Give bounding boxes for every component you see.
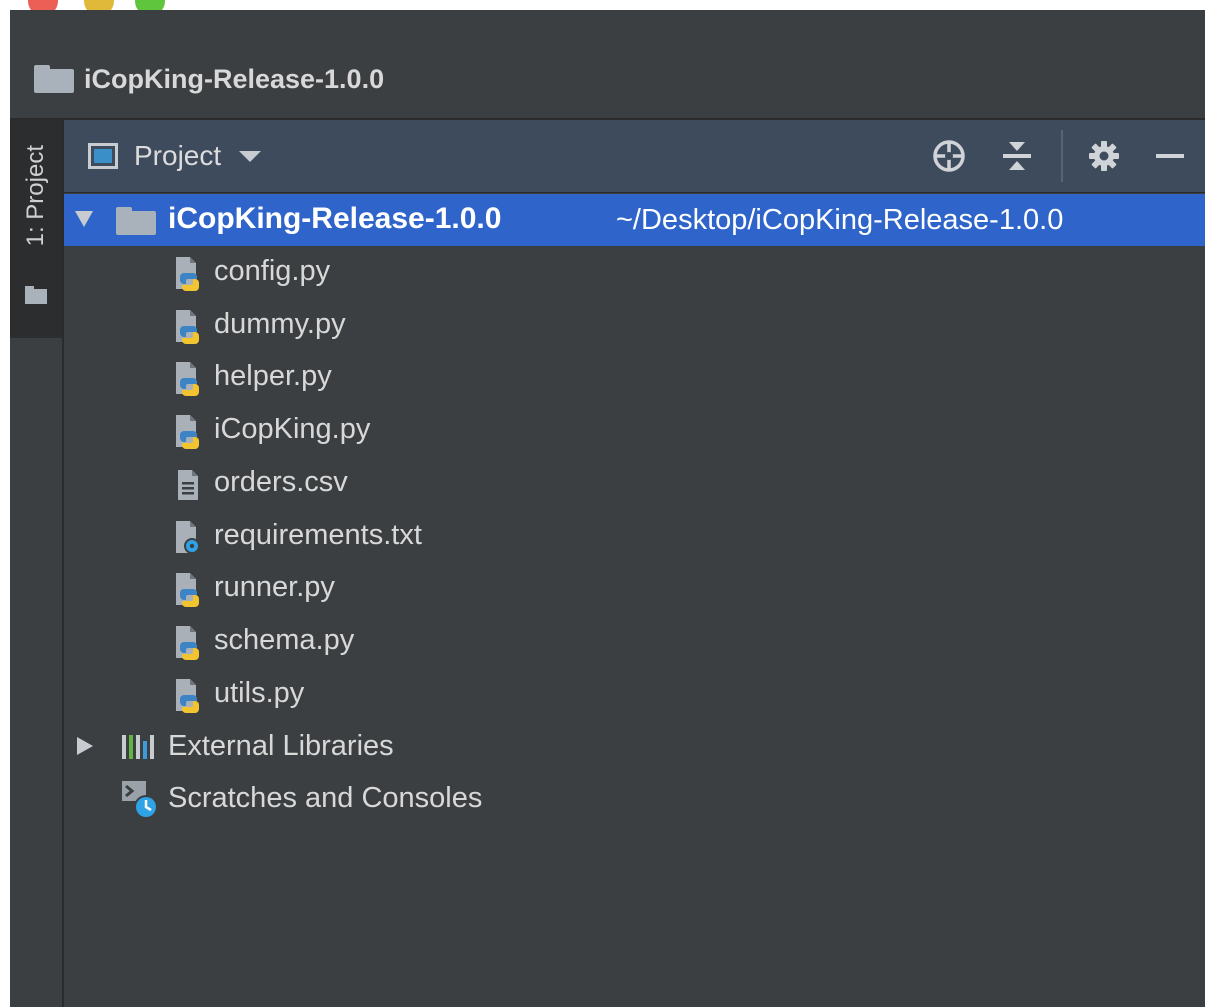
minimize-icon [1156, 154, 1184, 158]
collapse-all-icon [1003, 142, 1031, 170]
file-name: orders.csv [214, 465, 348, 498]
file-row[interactable]: runner.py [64, 562, 1205, 614]
external-libraries-row[interactable]: External Libraries [64, 721, 1205, 773]
library-icon [122, 735, 154, 759]
gear-icon [1089, 141, 1119, 171]
file-row[interactable]: dummy.py [64, 299, 1205, 351]
external-libraries-label: External Libraries [168, 730, 394, 762]
file-name: iCopKing.py [214, 413, 371, 446]
project-tool-tab-label: 1: Project [22, 145, 49, 247]
project-tool-tab[interactable]: 1: Project [10, 120, 62, 338]
chevron-right-icon[interactable] [77, 737, 93, 755]
python-file-icon [176, 678, 199, 713]
folder-icon [116, 207, 156, 235]
file-row[interactable]: requirements.txt [64, 510, 1205, 562]
ide-window: iCopKing-Release-1.0.0 1: Project Projec… [10, 10, 1205, 1007]
view-selector-dropdown[interactable]: Project [88, 138, 262, 174]
file-name: utils.py [214, 676, 305, 709]
config-file-icon [176, 520, 200, 554]
folder-icon [25, 286, 47, 304]
file-row[interactable]: iCopKing.py [64, 404, 1205, 456]
file-row[interactable]: orders.csv [64, 457, 1205, 509]
scratches-console-icon [122, 781, 158, 819]
chevron-down-icon [239, 150, 262, 162]
collapse-all-button[interactable] [999, 138, 1035, 174]
tree-root-row[interactable]: iCopKing-Release-1.0.0 ~/Desktop/iCopKin… [64, 194, 1205, 246]
file-row[interactable]: utils.py [64, 668, 1205, 720]
file-name: config.py [214, 255, 331, 287]
project-breadcrumb[interactable]: iCopKing-Release-1.0.0 [84, 64, 384, 95]
chevron-down-icon[interactable] [75, 211, 93, 227]
view-selector-label: Project [134, 140, 222, 171]
file-name: helper.py [214, 360, 332, 393]
file-row[interactable]: helper.py [64, 351, 1205, 403]
file-name: requirements.txt [214, 518, 422, 551]
settings-button[interactable] [1086, 138, 1122, 174]
left-tool-strip: 1: Project [10, 120, 64, 1007]
python-file-icon [176, 415, 199, 450]
project-tree[interactable]: iCopKing-Release-1.0.0 ~/Desktop/iCopKin… [64, 193, 1205, 1007]
python-file-icon [176, 257, 199, 291]
title-bar [10, 10, 1205, 42]
python-file-icon [176, 309, 199, 344]
scratches-row[interactable]: Scratches and Consoles [64, 773, 1205, 825]
folder-icon [34, 65, 74, 93]
python-file-icon [176, 362, 199, 397]
project-panel-header: Project [64, 120, 1205, 193]
hide-panel-button[interactable] [1152, 138, 1188, 174]
scratches-label: Scratches and Consoles [168, 782, 483, 814]
text-file-icon [178, 469, 198, 500]
python-file-icon [176, 625, 199, 660]
file-row[interactable]: schema.py [64, 615, 1205, 667]
header-divider [1061, 130, 1063, 182]
file-name: schema.py [214, 623, 355, 656]
root-folder-path: ~/Desktop/iCopKing-Release-1.0.0 [616, 204, 1064, 236]
project-view-icon [88, 143, 118, 169]
root-folder-name: iCopKing-Release-1.0.0 [168, 202, 502, 235]
navigation-bar: iCopKing-Release-1.0.0 [10, 40, 1205, 120]
file-row[interactable]: config.py [64, 246, 1205, 298]
file-name: dummy.py [214, 307, 346, 340]
locate-icon [933, 140, 965, 172]
locate-file-button[interactable] [931, 138, 967, 174]
python-file-icon [176, 573, 199, 608]
file-name: runner.py [214, 571, 335, 604]
